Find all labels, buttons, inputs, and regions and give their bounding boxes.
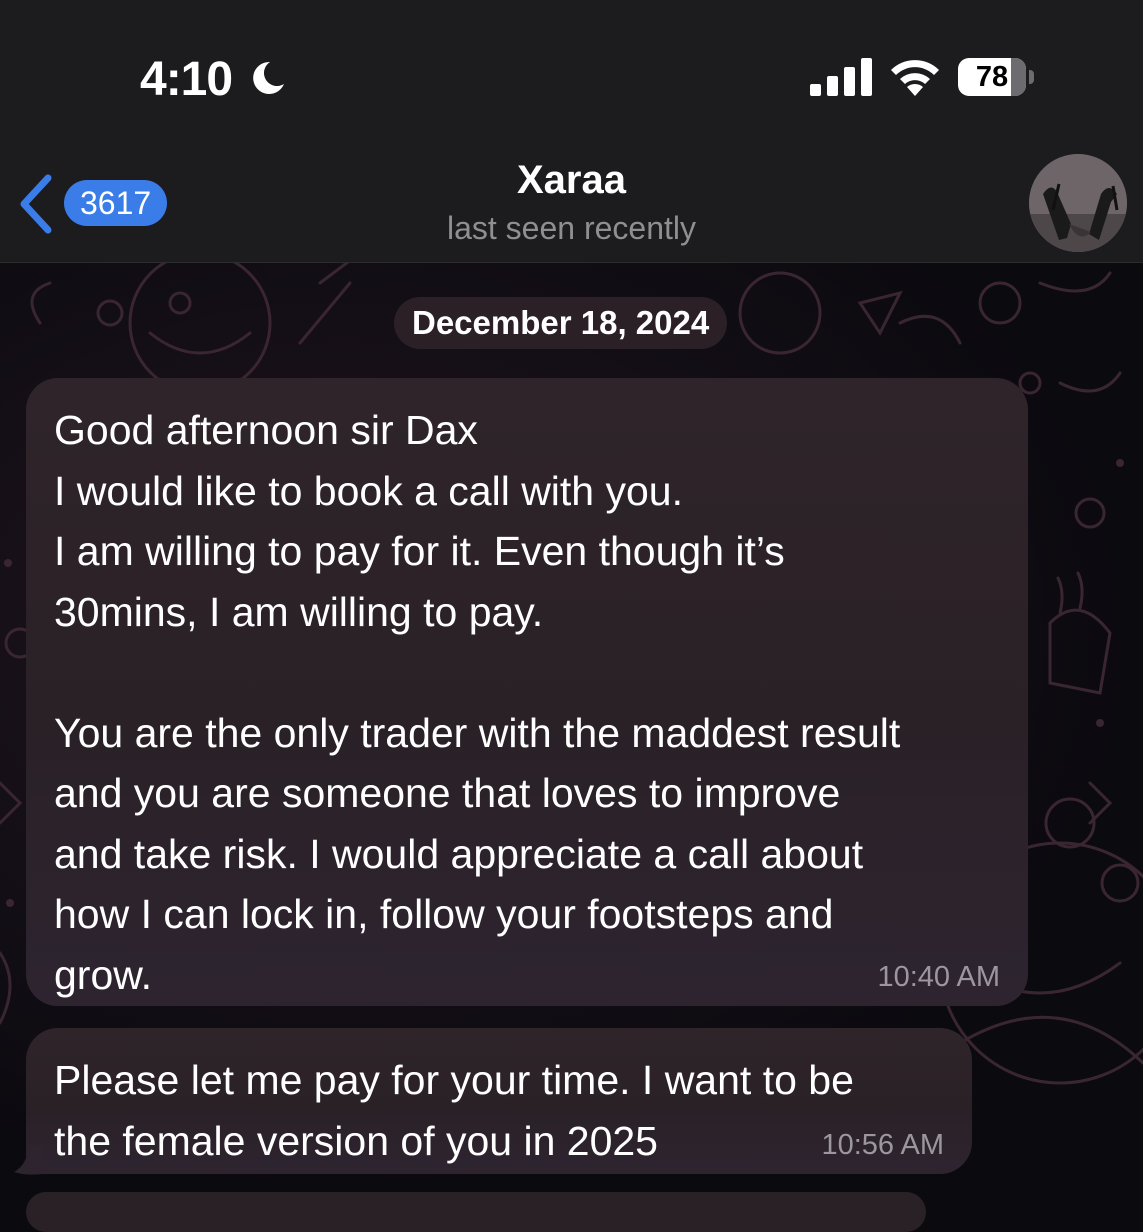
chat-subtitle: last seen recently bbox=[446, 210, 696, 246]
avatar-image bbox=[1029, 154, 1127, 252]
message-text: Please let me pay for your time. I want … bbox=[54, 1057, 854, 1164]
message-time: 10:56 AM bbox=[821, 1129, 944, 1161]
status-time: 4:10 bbox=[140, 53, 233, 106]
cellular-signal-icon bbox=[810, 58, 872, 96]
message-time: 10:40 AM bbox=[877, 961, 1000, 993]
moon-icon bbox=[253, 61, 284, 94]
message-bubble[interactable]: Please let me pay for your time. I want … bbox=[26, 1028, 972, 1174]
bubble-tail bbox=[14, 1146, 42, 1175]
chat-header: 4:10 78 3617 Xaraa last seen recently bbox=[0, 0, 1143, 263]
battery-level: 78 bbox=[975, 61, 1009, 93]
chat-title[interactable]: Xaraa bbox=[0, 158, 1143, 203]
next-message-bubble[interactable] bbox=[26, 1192, 926, 1232]
date-separator: December 18, 2024 bbox=[394, 297, 728, 349]
message-bubble[interactable]: Good afternoon sir Dax I would like to b… bbox=[26, 378, 1028, 1006]
message-text: Good afternoon sir Dax I would like to b… bbox=[54, 407, 901, 998]
avatar[interactable] bbox=[1029, 154, 1127, 252]
wifi-icon bbox=[891, 60, 939, 96]
battery-icon: 78 bbox=[958, 58, 1036, 96]
